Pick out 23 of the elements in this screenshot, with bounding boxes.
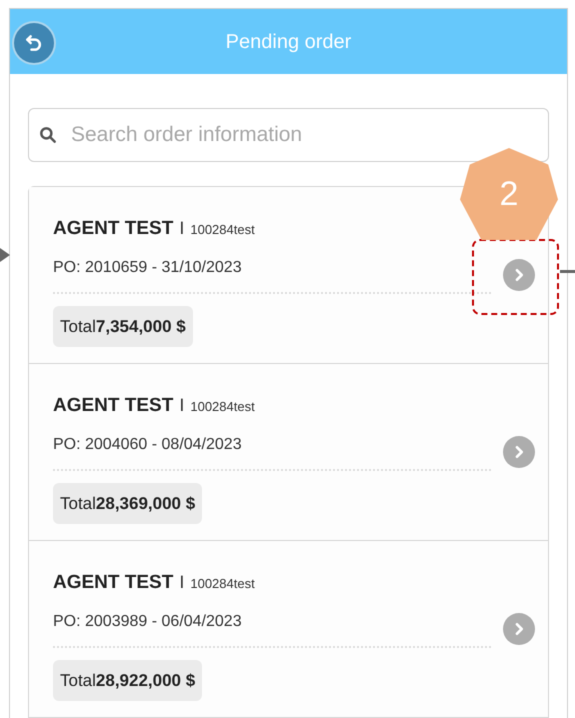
undo-icon xyxy=(24,33,44,53)
search-field[interactable]: Search order information xyxy=(28,108,549,162)
separator-mark: I xyxy=(179,217,184,240)
total-badge: Total28,369,000 $ xyxy=(53,482,202,524)
back-button[interactable] xyxy=(14,23,54,63)
agent-name: AGENT TEST xyxy=(53,394,174,418)
total-badge: Total7,354,000 $ xyxy=(53,306,193,347)
total-badge: Total28,922,000 $ xyxy=(53,660,202,701)
window-title: Pending order xyxy=(226,30,352,54)
po-text: PO: 2003989 - 06/04/2023 xyxy=(53,612,242,632)
details-button[interactable] xyxy=(503,613,535,645)
separator-mark: I xyxy=(179,394,184,417)
agent-code: 100284test xyxy=(190,221,255,239)
po-text: PO: 2004060 - 08/04/2023 xyxy=(53,434,242,454)
agent-name: AGENT TEST xyxy=(53,571,174,595)
agent-code: 100284test xyxy=(190,398,255,416)
agent-name: AGENT TEST xyxy=(53,217,174,241)
search-icon xyxy=(38,125,58,145)
separator-mark: I xyxy=(179,571,184,594)
po-text: PO: 2010659 - 31/10/2023 xyxy=(53,258,242,278)
agent-code: 100284test xyxy=(190,575,255,593)
details-button[interactable] xyxy=(503,259,535,291)
details-button[interactable] xyxy=(503,436,535,468)
